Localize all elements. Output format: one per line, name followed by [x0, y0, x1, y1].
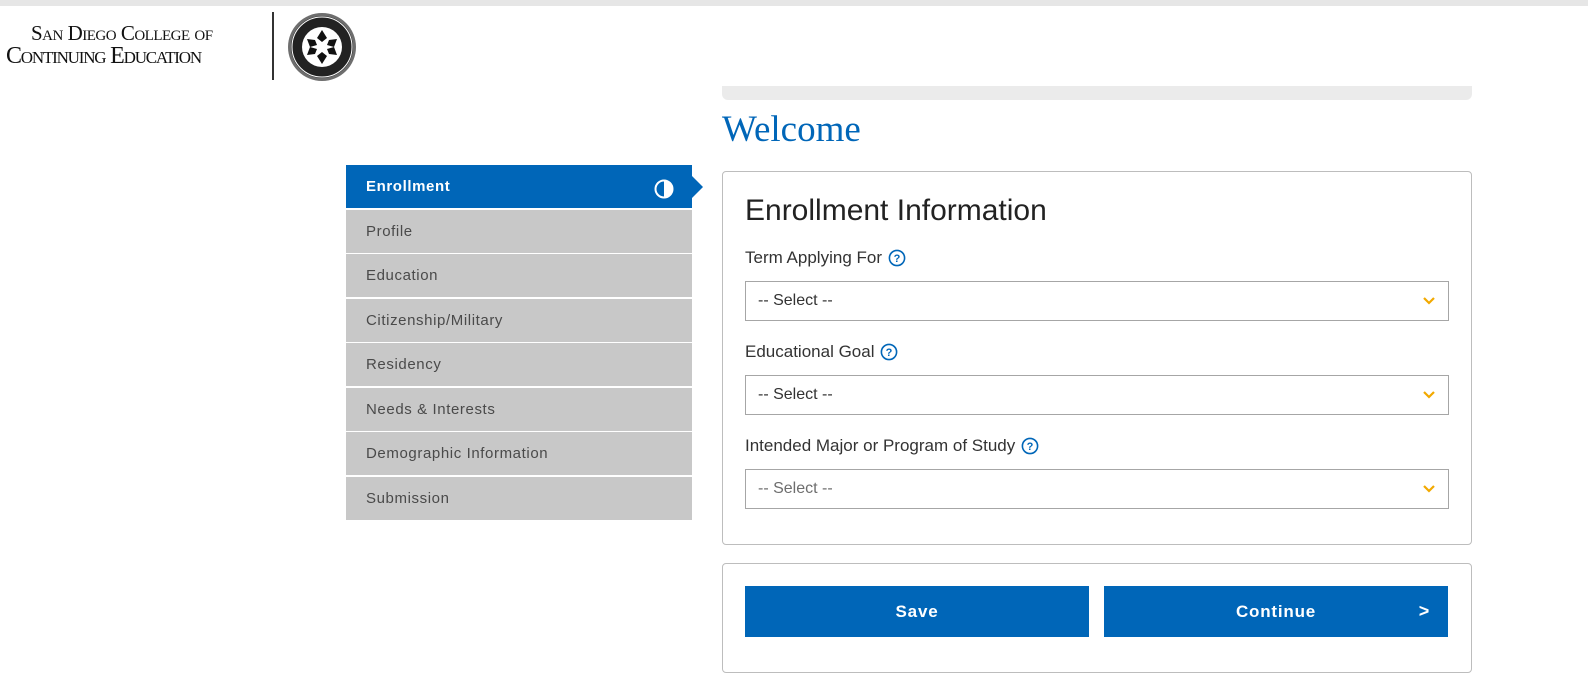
continue-button[interactable]: Continue >	[1104, 586, 1448, 637]
action-card: Save Continue >	[722, 563, 1472, 673]
sidebar-item-label: Needs & Interests	[366, 400, 496, 418]
chevron-down-icon	[1423, 297, 1435, 305]
chevron-down-icon	[1423, 391, 1435, 399]
goal-field-label: Educational Goal ?	[745, 342, 898, 362]
logo-wordmark: San Diego College of Continuing Educatio…	[6, 22, 268, 68]
contrast-half-circle-icon	[654, 179, 674, 199]
sidebar-item-profile[interactable]: Profile	[346, 209, 692, 253]
svg-text:?: ?	[894, 253, 901, 265]
progress-bar-top	[722, 86, 1472, 100]
top-strip	[0, 0, 1588, 6]
card-title: Enrollment Information	[745, 194, 1047, 227]
logo-divider	[272, 12, 274, 80]
term-label-text: Term Applying For	[745, 248, 882, 267]
term-field-label: Term Applying For ?	[745, 248, 906, 268]
major-select-value: -- Select --	[758, 480, 833, 497]
goal-label-text: Educational Goal	[745, 342, 875, 361]
major-label-text: Intended Major or Program of Study	[745, 436, 1016, 455]
term-select-value: -- Select --	[758, 292, 833, 309]
svg-text:?: ?	[886, 347, 893, 359]
chevron-right-icon: >	[1418, 601, 1430, 621]
sidebar-item-residency[interactable]: Residency	[346, 343, 692, 386]
sidebar-item-label: Profile	[366, 222, 413, 240]
sidebar-item-label: Submission	[366, 489, 450, 507]
logo-line-1: San Diego College of	[31, 21, 213, 45]
help-icon[interactable]: ?	[880, 343, 898, 361]
sidebar-item-label: Residency	[366, 356, 442, 373]
sidebar-item-citizenship-military[interactable]: Citizenship/Military	[346, 298, 692, 342]
sidebar-item-label: Education	[366, 267, 439, 284]
sidebar-item-submission[interactable]: Submission	[346, 476, 692, 520]
sidebar-item-education[interactable]: Education	[346, 254, 692, 297]
sidebar-item-needs-interests[interactable]: Needs & Interests	[346, 387, 692, 431]
goal-select-value: -- Select --	[758, 386, 833, 403]
major-field-label: Intended Major or Program of Study ?	[745, 436, 1039, 456]
enrollment-card: Enrollment Information Term Applying For…	[722, 171, 1472, 545]
save-button[interactable]: Save	[745, 586, 1089, 637]
save-button-label: Save	[895, 601, 939, 621]
sidebar-nav: Enrollment Profile Education Citizenship…	[346, 165, 703, 521]
sidebar-item-enrollment[interactable]: Enrollment	[346, 165, 703, 208]
term-select[interactable]: -- Select --	[745, 281, 1449, 321]
sidebar-item-label: Citizenship/Military	[366, 311, 504, 329]
goal-select[interactable]: -- Select --	[745, 375, 1449, 415]
sidebar-item-label: Demographic Information	[366, 445, 549, 462]
sidebar-item-demographic-information[interactable]: Demographic Information	[346, 432, 692, 475]
major-select[interactable]: -- Select --	[745, 469, 1449, 509]
page-title: Welcome	[722, 109, 861, 150]
help-icon[interactable]: ?	[888, 249, 906, 267]
continue-button-label: Continue	[1235, 601, 1317, 621]
svg-text:?: ?	[1027, 441, 1034, 453]
logo-line-2: Continuing Education	[6, 43, 202, 69]
college-seal-icon	[288, 13, 356, 81]
help-icon[interactable]: ?	[1021, 437, 1039, 455]
sidebar-item-label: Enrollment	[366, 178, 451, 195]
chevron-down-icon	[1423, 485, 1435, 493]
